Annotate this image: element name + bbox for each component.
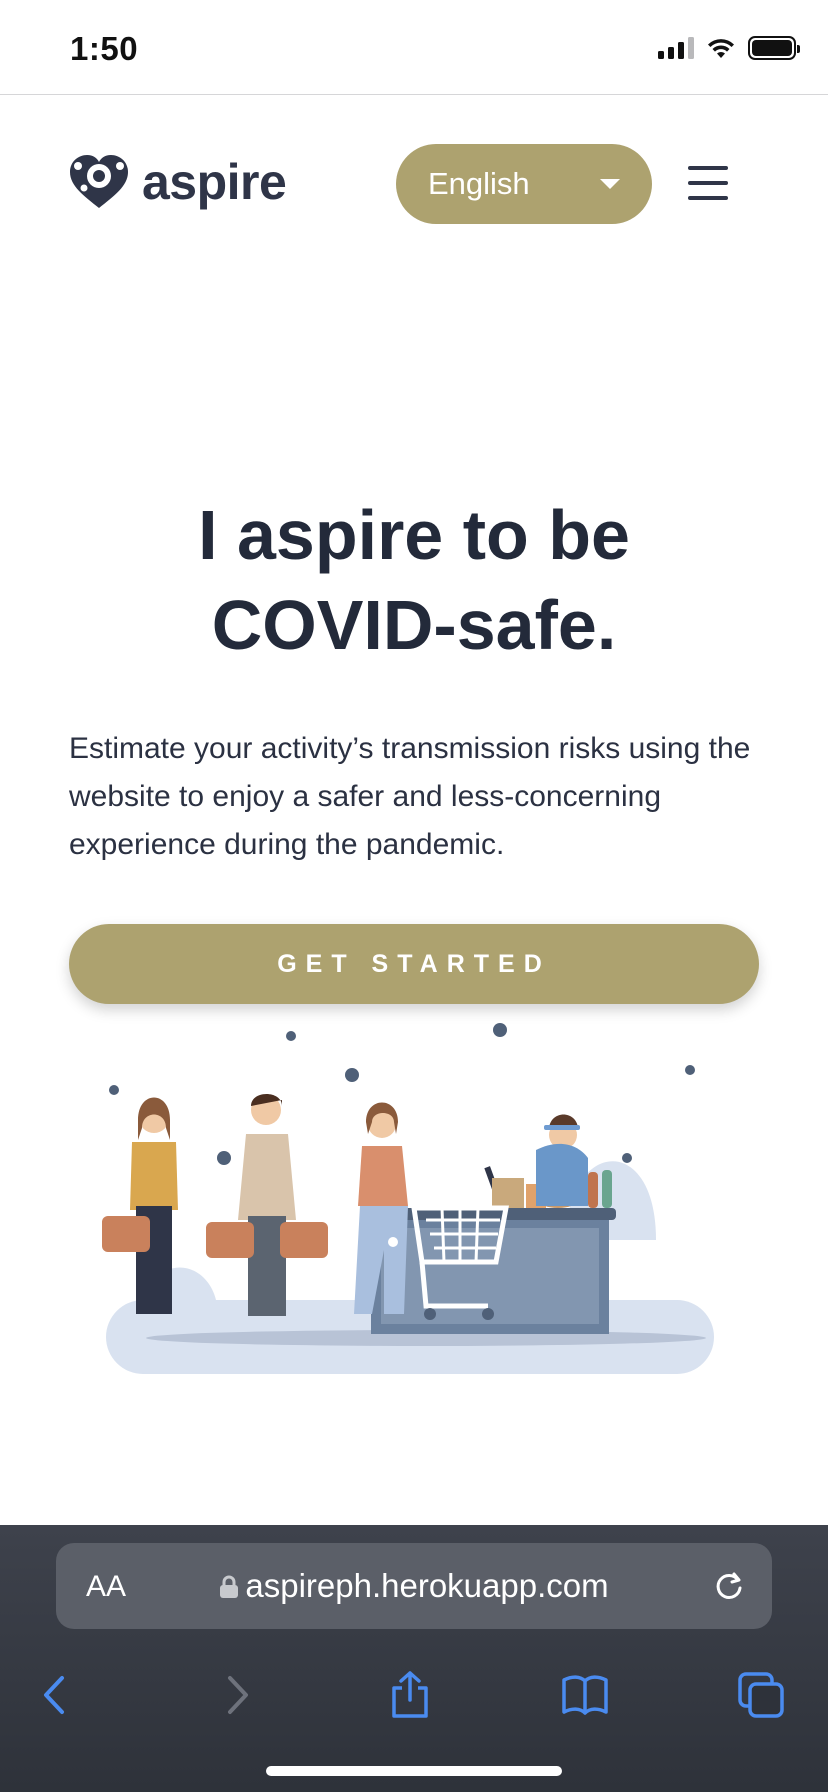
- browser-chrome: AA aspireph.herokuapp.com: [0, 1525, 828, 1792]
- logo-text: aspire: [142, 154, 287, 210]
- caret-down-icon: [600, 179, 620, 189]
- language-selected: English: [428, 166, 530, 201]
- wifi-icon: [708, 39, 734, 58]
- url-text: aspireph.herokuapp.com: [56, 1567, 772, 1605]
- language-select[interactable]: English: [396, 144, 652, 224]
- status-bar: 1:50: [0, 0, 828, 95]
- hero-title-suffix: to be: [443, 496, 630, 574]
- bookmarks-icon[interactable]: [560, 1670, 610, 1720]
- site-header: aspire English: [0, 96, 828, 276]
- battery-icon: [748, 36, 800, 60]
- lock-icon: [220, 1575, 239, 1598]
- tabs-icon[interactable]: [736, 1670, 786, 1720]
- address-bar[interactable]: AA aspireph.herokuapp.com: [56, 1543, 772, 1629]
- home-indicator[interactable]: [266, 1766, 562, 1776]
- shopping-people-illustration: [102, 1023, 714, 1374]
- back-icon[interactable]: [32, 1670, 82, 1720]
- forward-icon[interactable]: [210, 1670, 260, 1720]
- hero-title-prefix: I: [198, 496, 237, 574]
- status-time: 1:50: [70, 30, 139, 67]
- browser-toolbar: [0, 1650, 828, 1760]
- status-icons: [658, 36, 800, 60]
- hero-title-line2: COVID-safe.: [211, 586, 617, 664]
- url-value: aspireph.herokuapp.com: [245, 1567, 609, 1604]
- hamburger-menu-icon[interactable]: [688, 166, 728, 200]
- logo[interactable]: aspire: [66, 152, 287, 212]
- hero-title-brand: aspire: [237, 496, 444, 574]
- share-icon[interactable]: [385, 1670, 435, 1720]
- hero-title: I aspire to be COVID-safe.: [0, 490, 828, 670]
- screen: 1:50 aspire English I aspire to be COVID…: [0, 0, 828, 1792]
- reload-icon[interactable]: [712, 1569, 746, 1603]
- signal-icon: [658, 37, 694, 59]
- get-started-button[interactable]: GET STARTED: [69, 924, 759, 1004]
- hero-description: Estimate your activity’s transmission ri…: [69, 732, 751, 861]
- heart-logo-icon: [70, 155, 128, 208]
